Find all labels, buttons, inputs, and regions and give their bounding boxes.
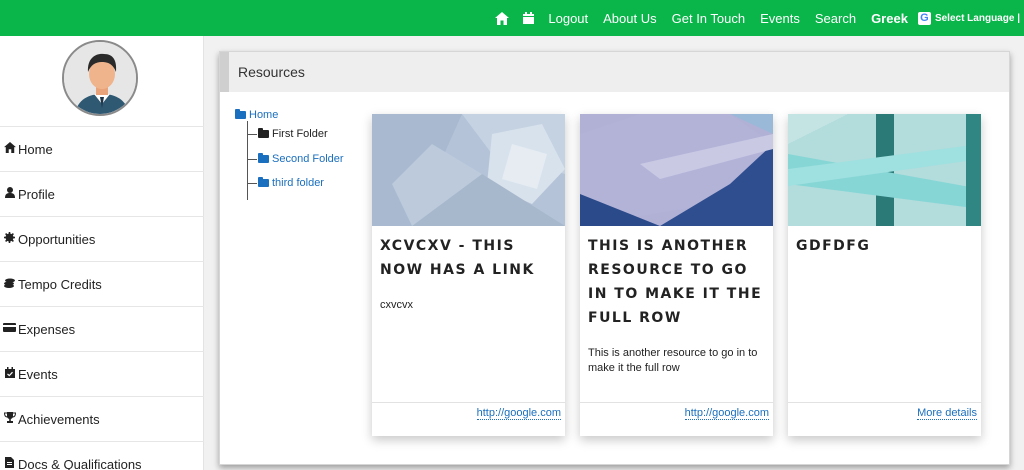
panel-title: Resources xyxy=(238,64,305,80)
sidebar-menu: Home Profile Opportunities Tempo Credits… xyxy=(0,126,204,470)
sidebar-item-label: Docs & Qualifications xyxy=(18,456,142,470)
logout-link[interactable]: Logout xyxy=(548,11,588,26)
tree-item-label: Second Folder xyxy=(272,153,344,165)
sidebar: Home Profile Opportunities Tempo Credits… xyxy=(0,36,204,470)
card-image xyxy=(372,114,565,226)
calendar-icon[interactable] xyxy=(523,12,535,24)
sidebar-item-home[interactable]: Home xyxy=(0,126,204,171)
tree-item-label: third folder xyxy=(272,177,324,189)
tree-branch xyxy=(247,183,257,184)
card-title: GDFDFG xyxy=(796,238,871,254)
trophy-icon xyxy=(3,412,16,426)
calendar-check-icon xyxy=(3,367,16,381)
top-navbar: Logout About Us Get In Touch Events Sear… xyxy=(0,0,1024,36)
sidebar-item-label: Tempo Credits xyxy=(18,276,102,292)
file-icon xyxy=(3,457,16,470)
gear-icon xyxy=(3,232,16,246)
card-footer: http://google.com xyxy=(580,402,773,436)
tree-item-first-folder[interactable]: First Folder xyxy=(258,128,328,140)
card-image xyxy=(580,114,773,226)
tree-root-label: Home xyxy=(249,109,279,121)
card-footer: More details xyxy=(788,402,981,436)
folder-icon xyxy=(258,153,269,163)
resource-card[interactable]: THIS IS ANOTHER RESOURCE TO GO IN TO MAK… xyxy=(580,114,773,436)
resource-card[interactable]: GDFDFG More details xyxy=(788,114,981,436)
card-image xyxy=(788,114,981,226)
sidebar-item-docs-qualifications[interactable]: Docs & Qualifications xyxy=(0,441,204,470)
sidebar-item-opportunities[interactable]: Opportunities xyxy=(0,216,204,261)
card-link[interactable]: http://google.com xyxy=(476,407,561,420)
sidebar-item-expenses[interactable]: Expenses xyxy=(0,306,204,351)
tree-branch xyxy=(247,134,257,135)
home-icon xyxy=(3,142,16,156)
google-icon: G xyxy=(917,11,931,25)
sidebar-item-label: Profile xyxy=(18,186,55,202)
card-description: This is another resource to go in to mak… xyxy=(588,347,758,374)
sidebar-item-label: Expenses xyxy=(18,321,76,337)
tree-item-label: First Folder xyxy=(272,128,328,140)
card-title: XCVCXV - THIS NOW HAS A LINK xyxy=(380,238,535,278)
sidebar-item-label: Achievements xyxy=(18,411,100,427)
tree-item-second-folder[interactable]: Second Folder xyxy=(258,153,344,165)
card-footer: http://google.com xyxy=(372,402,565,436)
card-link[interactable]: http://google.com xyxy=(684,407,769,420)
sidebar-item-achievements[interactable]: Achievements xyxy=(0,396,204,441)
tree-root-home[interactable]: Home xyxy=(235,109,278,121)
card-link[interactable]: More details xyxy=(917,407,977,420)
separator: | xyxy=(1017,12,1020,24)
select-language-label: Select Language xyxy=(934,12,1015,24)
avatar[interactable] xyxy=(62,40,138,116)
events-link[interactable]: Events xyxy=(760,11,800,26)
resource-card[interactable]: XCVCXV - THIS NOW HAS A LINK cxvcvx http… xyxy=(372,114,565,436)
sidebar-item-label: Events xyxy=(18,366,58,382)
folder-open-icon xyxy=(258,128,269,138)
sidebar-item-label: Home xyxy=(18,141,53,157)
home-icon[interactable] xyxy=(495,11,510,25)
sidebar-item-label: Opportunities xyxy=(18,231,96,247)
user-icon xyxy=(3,187,16,201)
tree-line xyxy=(247,121,248,200)
card-description: cxvcvx xyxy=(380,299,413,311)
sidebar-item-tempo-credits[interactable]: Tempo Credits xyxy=(0,261,204,306)
select-language-dropdown[interactable]: Select Language | xyxy=(935,13,1020,24)
folder-icon xyxy=(235,109,246,119)
coins-icon xyxy=(3,278,16,291)
tree-branch xyxy=(247,159,257,160)
resources-panel: Resources Home First Folder Second Folde… xyxy=(219,51,1010,465)
folder-icon xyxy=(258,177,269,187)
about-us-link[interactable]: About Us xyxy=(603,11,656,26)
search-link[interactable]: Search xyxy=(815,11,856,26)
credit-card-icon xyxy=(3,323,16,335)
tree-item-third-folder[interactable]: third folder xyxy=(258,177,324,189)
language-greek-link[interactable]: Greek xyxy=(871,11,908,26)
sidebar-item-profile[interactable]: Profile xyxy=(0,171,204,216)
card-title: THIS IS ANOTHER RESOURCE TO GO IN TO MAK… xyxy=(588,238,763,326)
sidebar-item-events[interactable]: Events xyxy=(0,351,204,396)
get-in-touch-link[interactable]: Get In Touch xyxy=(672,11,745,26)
panel-header: Resources xyxy=(220,52,1009,92)
